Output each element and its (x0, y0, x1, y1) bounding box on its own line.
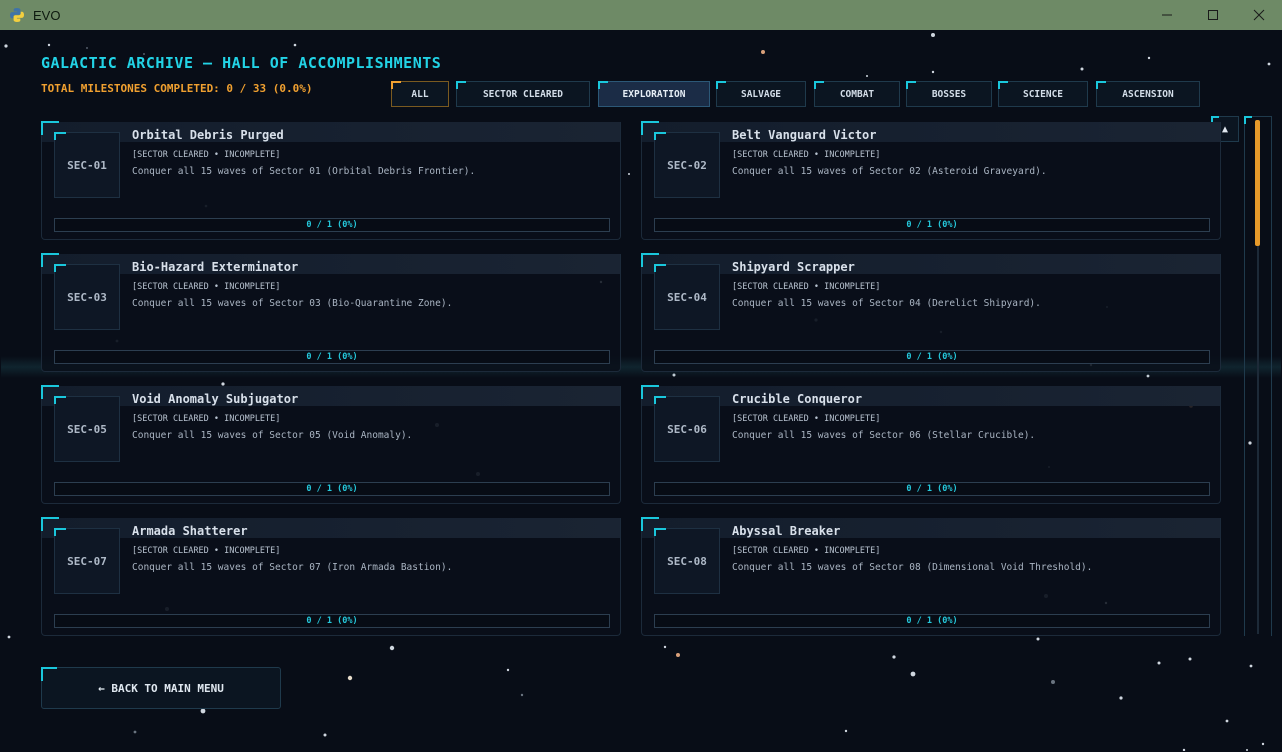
tab-all[interactable]: ALL (391, 81, 449, 107)
achievement-card[interactable]: SEC-08 Abyssal Breaker [SECTOR CLEARED •… (641, 517, 1221, 636)
tab-exploration[interactable]: EXPLORATION (598, 81, 710, 107)
achievement-card[interactable]: SEC-05 Void Anomaly Subjugator [SECTOR C… (41, 385, 621, 504)
achievement-title: Orbital Debris Purged (132, 128, 284, 142)
achievement-description: Conquer all 15 waves of Sector 04 (Derel… (732, 298, 1041, 309)
achievement-description: Conquer all 15 waves of Sector 03 (Bio-Q… (132, 298, 453, 309)
window-titlebar[interactable]: EVO (0, 0, 1282, 30)
tab-bosses[interactable]: BOSSES (906, 81, 992, 107)
achievement-id-badge: SEC-07 (54, 528, 120, 594)
achievement-description: Conquer all 15 waves of Sector 06 (Stell… (732, 430, 1036, 441)
achievement-card[interactable]: SEC-03 Bio-Hazard Exterminator [SECTOR C… (41, 253, 621, 372)
achievement-title: Abyssal Breaker (732, 524, 841, 538)
achievement-progress-bar: 0 / 1 (0%) (654, 218, 1210, 232)
achievement-title: Belt Vanguard Victor (732, 128, 877, 142)
tab-salvage[interactable]: SALVAGE (716, 81, 806, 107)
python-icon (10, 8, 24, 22)
minimize-icon (1162, 14, 1172, 16)
achievement-id-badge: SEC-01 (54, 132, 120, 198)
achievement-description: Conquer all 15 waves of Sector 08 (Dimen… (732, 562, 1093, 573)
achievement-status-tag: [SECTOR CLEARED • INCOMPLETE] (132, 414, 281, 424)
achievement-status-tag: [SECTOR CLEARED • INCOMPLETE] (732, 150, 881, 160)
achievement-status-tag: [SECTOR CLEARED • INCOMPLETE] (732, 282, 881, 292)
maximize-icon (1208, 10, 1218, 20)
window-title: EVO (33, 7, 61, 23)
achievement-card[interactable]: SEC-04 Shipyard Scrapper [SECTOR CLEARED… (641, 253, 1221, 372)
achievement-card[interactable]: SEC-07 Armada Shatterer [SECTOR CLEARED … (41, 517, 621, 636)
back-to-main-menu-button[interactable]: ← BACK TO MAIN MENU (41, 667, 281, 709)
achievement-description: Conquer all 15 waves of Sector 05 (Void … (132, 430, 413, 441)
achievement-progress-bar: 0 / 1 (0%) (54, 614, 610, 628)
achievement-title: Armada Shatterer (132, 524, 248, 538)
close-button[interactable] (1236, 0, 1282, 30)
achievement-id-badge: SEC-03 (54, 264, 120, 330)
achievement-card[interactable]: SEC-02 Belt Vanguard Victor [SECTOR CLEA… (641, 121, 1221, 240)
tab-sector-cleared[interactable]: SECTOR CLEARED (456, 81, 590, 107)
game-viewport: GALACTIC ARCHIVE — HALL OF ACCOMPLISHMEN… (1, 30, 1281, 751)
achievement-status-tag: [SECTOR CLEARED • INCOMPLETE] (132, 282, 281, 292)
achievement-card[interactable]: SEC-06 Crucible Conqueror [SECTOR CLEARE… (641, 385, 1221, 504)
scrollbar-thumb[interactable] (1255, 120, 1260, 246)
achievement-id-badge: SEC-06 (654, 396, 720, 462)
achievement-status-tag: [SECTOR CLEARED • INCOMPLETE] (732, 414, 881, 424)
achievement-progress-bar: 0 / 1 (0%) (654, 350, 1210, 364)
achievement-id-badge: SEC-05 (54, 396, 120, 462)
close-icon (1253, 9, 1265, 21)
maximize-button[interactable] (1190, 0, 1236, 30)
tab-science[interactable]: SCIENCE (998, 81, 1088, 107)
achievement-description: Conquer all 15 waves of Sector 01 (Orbit… (132, 166, 476, 177)
achievement-progress-bar: 0 / 1 (0%) (54, 482, 610, 496)
achievement-title: Shipyard Scrapper (732, 260, 855, 274)
achievement-status-tag: [SECTOR CLEARED • INCOMPLETE] (132, 546, 281, 556)
achievement-card[interactable]: SEC-01 Orbital Debris Purged [SECTOR CLE… (41, 121, 621, 240)
achievement-title: Bio-Hazard Exterminator (132, 260, 299, 274)
achievement-id-badge: SEC-04 (654, 264, 720, 330)
achievement-progress-bar: 0 / 1 (0%) (54, 350, 610, 364)
achievement-id-badge: SEC-08 (654, 528, 720, 594)
achievement-description: Conquer all 15 waves of Sector 07 (Iron … (132, 562, 453, 573)
page-title: GALACTIC ARCHIVE — HALL OF ACCOMPLISHMEN… (41, 54, 442, 72)
achievement-progress-bar: 0 / 1 (0%) (654, 482, 1210, 496)
achievement-status-tag: [SECTOR CLEARED • INCOMPLETE] (732, 546, 881, 556)
achievement-status-tag: [SECTOR CLEARED • INCOMPLETE] (132, 150, 281, 160)
tab-combat[interactable]: COMBAT (814, 81, 900, 107)
achievement-title: Crucible Conqueror (732, 392, 863, 406)
minimize-button[interactable] (1144, 0, 1190, 30)
achievement-title: Void Anomaly Subjugator (132, 392, 299, 406)
achievement-progress-bar: 0 / 1 (0%) (54, 218, 610, 232)
scrollbar-rail (1257, 246, 1259, 634)
achievement-progress-bar: 0 / 1 (0%) (654, 614, 1210, 628)
achievement-description: Conquer all 15 waves of Sector 02 (Aster… (732, 166, 1047, 177)
tab-ascension[interactable]: ASCENSION (1096, 81, 1200, 107)
achievement-id-badge: SEC-02 (654, 132, 720, 198)
milestones-summary: TOTAL MILESTONES COMPLETED: 0 / 33 (0.0%… (41, 82, 313, 95)
